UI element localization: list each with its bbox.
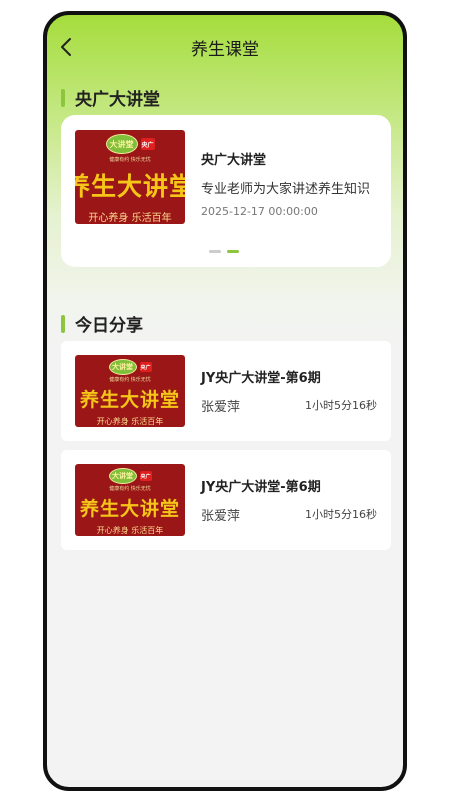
carousel-dot[interactable] bbox=[209, 250, 221, 253]
banner-poster-image: 大讲堂 央广 健康有约 快乐无忧 养生大讲堂 开心养身 乐活百年 bbox=[75, 130, 185, 224]
item-poster-image: 大讲堂 央广 健康有约 快乐无忧 养生大讲堂 开心养身 乐活百年 bbox=[75, 464, 185, 536]
poster-slogan: 开心养身 乐活百年 bbox=[96, 526, 164, 535]
item-author: 张爱萍 bbox=[201, 400, 241, 415]
poster-title: 养生大讲堂 bbox=[79, 498, 180, 520]
poster-slogan: 开心养身 乐活百年 bbox=[96, 417, 164, 426]
section-accent-bar bbox=[61, 88, 65, 107]
list-item[interactable]: 大讲堂 央广 健康有约 快乐无忧 养生大讲堂 开心养身 乐活百年 JY央广大讲堂… bbox=[61, 341, 391, 441]
page-title: 养生课堂 bbox=[191, 40, 259, 60]
poster-logo-green: 大讲堂 bbox=[108, 468, 137, 484]
item-author: 张爱萍 bbox=[201, 509, 241, 524]
poster-logo-green: 大讲堂 bbox=[105, 134, 138, 154]
poster-logo-green: 大讲堂 bbox=[108, 359, 137, 375]
poster-logos: 大讲堂 央广 bbox=[108, 359, 152, 375]
poster-logo-red: 央广 bbox=[140, 138, 155, 150]
poster-title: 养生大讲堂 bbox=[79, 389, 180, 411]
header: 养生课堂 bbox=[47, 15, 403, 75]
section-title-today: 今日分享 bbox=[61, 311, 143, 336]
item-title: JY央广大讲堂-第6期 bbox=[201, 480, 321, 495]
carousel-dot-active[interactable] bbox=[227, 250, 239, 253]
poster-tagline: 健康有约 快乐无忧 bbox=[109, 157, 151, 163]
item-duration: 1小时5分16秒 bbox=[305, 399, 377, 412]
item-duration: 1小时5分16秒 bbox=[305, 508, 377, 521]
poster-tagline: 健康有约 快乐无忧 bbox=[109, 377, 151, 383]
banner-card[interactable]: 大讲堂 央广 健康有约 快乐无忧 养生大讲堂 开心养身 乐活百年 央广大讲堂 专… bbox=[61, 115, 391, 267]
carousel-indicator bbox=[209, 250, 239, 253]
poster-title: 养生大讲堂 bbox=[75, 172, 185, 201]
item-title: JY央广大讲堂-第6期 bbox=[201, 371, 321, 386]
poster-logo-red: 央广 bbox=[139, 362, 152, 372]
section-title-cctv: 央广大讲堂 bbox=[61, 85, 160, 110]
poster-logo-red: 央广 bbox=[139, 471, 152, 481]
banner-date: 2025-12-17 00:00:00 bbox=[201, 205, 318, 218]
phone-frame: 养生课堂 央广大讲堂 大讲堂 央广 健康有约 快乐无忧 养生大讲堂 开心养身 乐… bbox=[43, 11, 407, 791]
poster-slogan: 开心养身 乐活百年 bbox=[88, 213, 172, 224]
section-title-label: 今日分享 bbox=[75, 316, 143, 336]
banner-text: 央广大讲堂 专业老师为大家讲述养生知识 2025-12-17 00:00:00 bbox=[201, 149, 391, 218]
banner-name: 央广大讲堂 bbox=[201, 153, 267, 168]
poster-tagline: 健康有约 快乐无忧 bbox=[109, 486, 151, 492]
poster-logos: 大讲堂 央广 bbox=[108, 468, 152, 484]
banner-description: 专业老师为大家讲述养生知识 bbox=[201, 182, 371, 197]
section-title-label: 央广大讲堂 bbox=[75, 90, 160, 110]
item-poster-image: 大讲堂 央广 健康有约 快乐无忧 养生大讲堂 开心养身 乐活百年 bbox=[75, 355, 185, 427]
poster-logos: 大讲堂 央广 bbox=[105, 134, 155, 154]
list-item[interactable]: 大讲堂 央广 健康有约 快乐无忧 养生大讲堂 开心养身 乐活百年 JY央广大讲堂… bbox=[61, 450, 391, 550]
section-accent-bar bbox=[61, 314, 65, 333]
